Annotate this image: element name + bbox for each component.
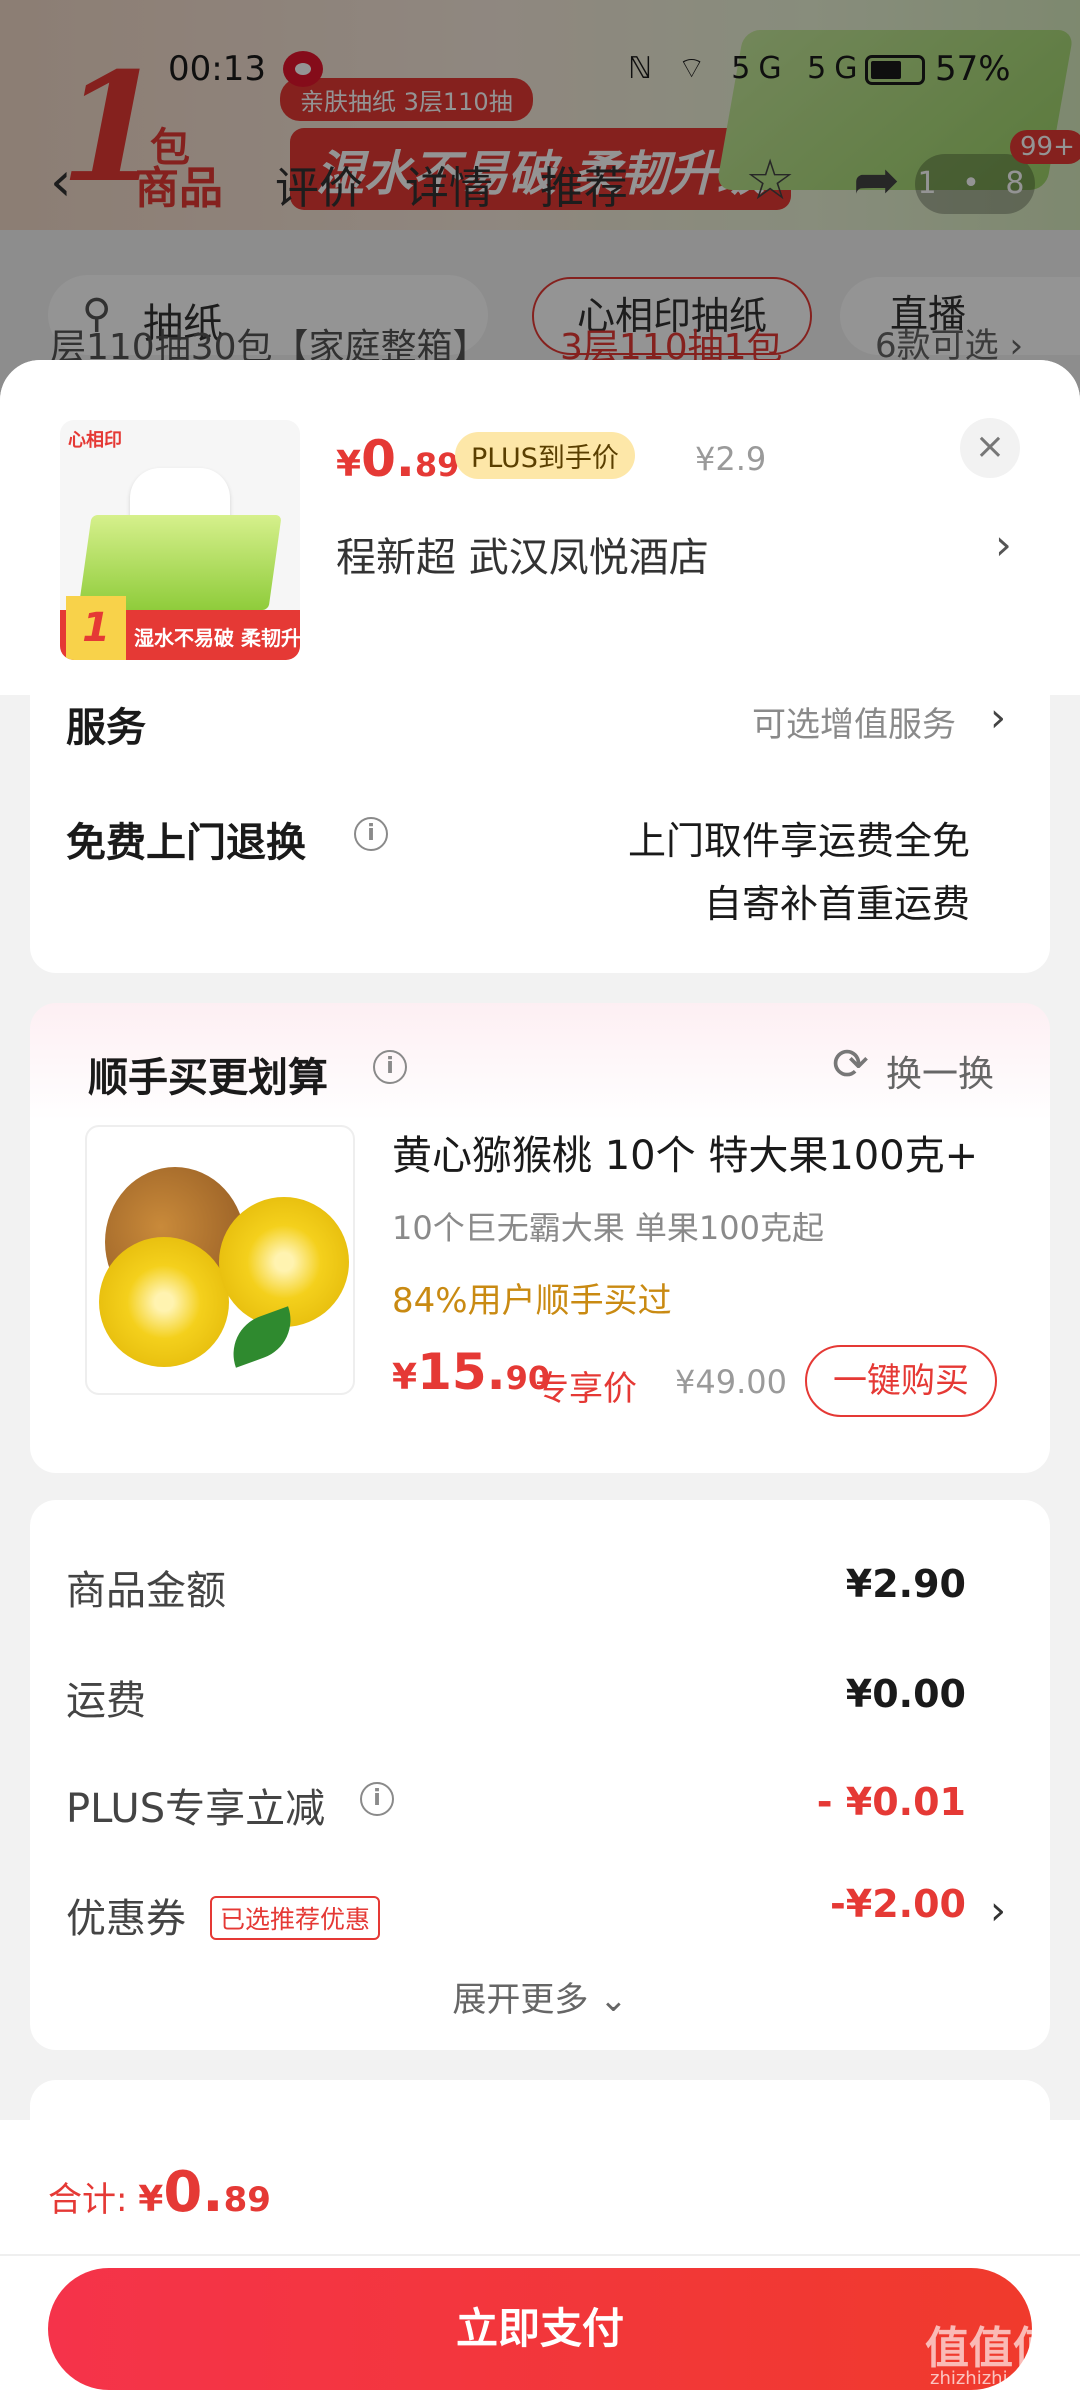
price-currency: ¥ [392, 1357, 418, 1398]
original-price: ¥2.9 [695, 440, 767, 478]
background-product-page: 1 包 亲肤抽纸 3层110抽 湿水不易破 柔韧升级 00:13 ℕ ⌔ 5G … [0, 0, 1080, 420]
sheet-header: 心相印 1 湿水不易破 柔韧升级 ¥0.89 PLUS到手价 ¥2.9 × 程新… [0, 360, 1080, 695]
info-icon[interactable]: i [360, 1782, 394, 1816]
shipping-value: ¥0.00 [845, 1672, 966, 1716]
price-integer: 15. [417, 1343, 506, 1401]
info-icon[interactable]: i [373, 1050, 407, 1084]
price-breakdown-card: 商品金额 ¥2.90 运费 ¥0.00 PLUS专享立减 i - ¥0.01 优… [30, 1500, 1050, 2050]
recommendation-product-name[interactable]: 黄心猕猴桃 10个 特大果100克+ [392, 1123, 978, 1181]
service-card: 服务 可选增值服务 › 免费上门退换 i 上门取件享运费全免 自寄补首重运费 [30, 695, 1050, 973]
plus-discount-label: PLUS专享立减 [66, 1786, 326, 1832]
thumbnail-strip: 1 湿水不易破 柔韧升级 [60, 596, 300, 660]
price-integer: 0. [163, 2160, 224, 2225]
recommendation-card: 顺手买更划算 i ⟳ 换一换 黄心猕猴桃 10个 特大果100克+ 10个巨无霸… [30, 1003, 1050, 1473]
goods-amount-label: 商品金额 [66, 1568, 226, 1614]
shipping-label: 运费 [66, 1678, 146, 1724]
kiwi-half-image [99, 1237, 229, 1367]
chevron-right-icon[interactable]: › [990, 695, 1006, 741]
pay-now-button[interactable]: 立即支付 [48, 2268, 1032, 2390]
plus-discount-value: - ¥0.01 [816, 1780, 966, 1824]
plus-price-tag: PLUS到手价 [455, 432, 635, 479]
coupon-recommended-tag: 已选推荐优惠 [210, 1896, 381, 1940]
total-label: 合计: [48, 2180, 139, 2220]
recommendation-subtitle: 10个巨无霸大果 单果100克起 [392, 1209, 824, 1247]
price-currency: ¥ [336, 444, 362, 485]
price-decimal: 89 [414, 446, 460, 484]
total-amount: 合计: ¥0.89 [48, 2160, 271, 2225]
exclusive-price-label: 专享价 [535, 1369, 637, 1409]
info-icon[interactable]: i [354, 817, 388, 851]
recommendation-original-price: ¥49.00 [675, 1363, 787, 1401]
delivery-address[interactable]: 程新超 武汉凤悦酒店 [336, 525, 709, 583]
close-icon[interactable]: × [960, 418, 1020, 478]
recommendation-price: ¥15.90 [392, 1343, 550, 1401]
kiwi-product-image[interactable] [85, 1125, 355, 1395]
refresh-icon[interactable]: ⟳ [832, 1039, 869, 1090]
brand-logo: 心相印 [68, 430, 122, 451]
leaf-image [222, 1306, 302, 1368]
thumbnail-strip-text: 湿水不易破 柔韧升级 [134, 626, 300, 650]
product-thumbnail: 心相印 1 湿水不易破 柔韧升级 [60, 420, 300, 660]
price-integer: 0. [361, 430, 415, 488]
chevron-right-icon[interactable]: › [995, 520, 1012, 569]
free-return-title: 免费上门退换 [66, 820, 306, 866]
checkout-sheet: 心相印 1 湿水不易破 柔韧升级 ¥0.89 PLUS到手价 ¥2.9 × 程新… [0, 360, 1080, 2400]
thumbnail-pack-number: 1 [66, 596, 126, 660]
expand-more-button[interactable]: 展开更多 ⌄ [30, 1972, 1050, 2021]
coupon-value[interactable]: -¥2.00 [830, 1882, 966, 1926]
divider [0, 2254, 1080, 2256]
price-currency: ¥ [138, 2179, 164, 2220]
checkout-bottom-bar: 合计: ¥0.89 立即支付 [0, 2120, 1080, 2400]
recommendation-title: 顺手买更划算 [88, 1055, 328, 1101]
return-line-2: 自寄补首重运费 [703, 882, 970, 926]
chevron-right-icon[interactable]: › [990, 1888, 1006, 1934]
value-added-service-link[interactable]: 可选增值服务 [752, 697, 956, 746]
service-title: 服务 [66, 705, 146, 751]
dim-overlay[interactable] [0, 0, 1080, 420]
recommendation-bought-rate: 84%用户顺手买过 [392, 1281, 672, 1321]
coupon-label: 优惠券 [66, 1896, 186, 1942]
one-click-buy-button[interactable]: 一键购买 [805, 1345, 997, 1417]
sheet-price: ¥0.89 [336, 430, 459, 488]
swap-button[interactable]: 换一换 [886, 1045, 994, 1097]
watermark-url: zhizhizhi.com [930, 2368, 1052, 2389]
price-decimal: 89 [223, 2180, 271, 2220]
return-line-1: 上门取件享运费全免 [627, 819, 970, 863]
watermark-logo: 值值值 [925, 2323, 1057, 2374]
goods-amount-value: ¥2.90 [845, 1562, 966, 1606]
